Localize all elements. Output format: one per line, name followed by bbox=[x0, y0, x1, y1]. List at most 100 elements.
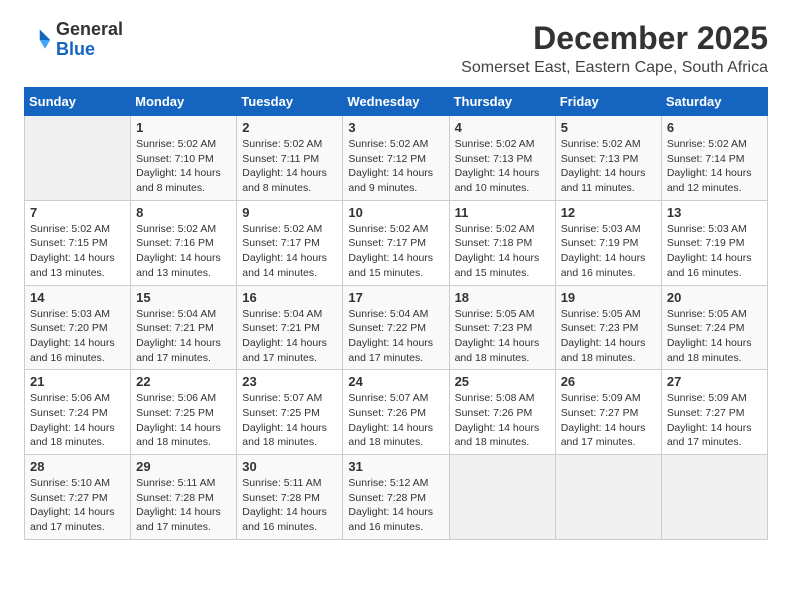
logo-text: General Blue bbox=[56, 20, 123, 60]
calendar-day-header: Thursday bbox=[449, 88, 555, 116]
calendar-week-row: 28Sunrise: 5:10 AM Sunset: 7:27 PM Dayli… bbox=[25, 455, 768, 540]
logo-icon bbox=[24, 26, 52, 54]
calendar-week-row: 21 Sunrise: 5:06 AM Sunset: 7:24 PM Dayli… bbox=[25, 370, 768, 455]
calendar-cell: 3 Sunrise: 5:02 AM Sunset: 7:12 PM Daylig… bbox=[343, 116, 449, 201]
calendar-header-row: SundayMondayTuesdayWednesdayThursdayFrid… bbox=[25, 88, 768, 116]
day-number: 3 bbox=[348, 120, 443, 135]
calendar-cell bbox=[449, 455, 555, 540]
day-info: Sunrise: 5:05 AM Sunset: 7:23 PM Dayligh… bbox=[455, 307, 550, 366]
day-number: 25 bbox=[455, 374, 550, 389]
day-number: 5 bbox=[561, 120, 656, 135]
calendar-day-header: Saturday bbox=[661, 88, 767, 116]
day-info: Sunrise: 5:11 AM Sunset: 7:28 PM Dayligh… bbox=[136, 476, 231, 535]
calendar-cell: 20 Sunrise: 5:05 AM Sunset: 7:24 PM Dayli… bbox=[661, 285, 767, 370]
day-number: 13 bbox=[667, 205, 762, 220]
day-number: 1 bbox=[136, 120, 231, 135]
title-block: December 2025 Somerset East, Eastern Cap… bbox=[461, 20, 768, 77]
day-number: 12 bbox=[561, 205, 656, 220]
calendar-day-header: Wednesday bbox=[343, 88, 449, 116]
day-info: Sunrise: 5:04 AM Sunset: 7:21 PM Dayligh… bbox=[242, 307, 337, 366]
calendar-cell: 13 Sunrise: 5:03 AM Sunset: 7:19 PM Dayli… bbox=[661, 200, 767, 285]
calendar-cell bbox=[661, 455, 767, 540]
day-info: Sunrise: 5:05 AM Sunset: 7:23 PM Dayligh… bbox=[561, 307, 656, 366]
day-number: 2 bbox=[242, 120, 337, 135]
calendar-cell: 17 Sunrise: 5:04 AM Sunset: 7:22 PM Dayli… bbox=[343, 285, 449, 370]
day-info: Sunrise: 5:02 AM Sunset: 7:12 PM Dayligh… bbox=[348, 137, 443, 196]
day-number: 7 bbox=[30, 205, 125, 220]
calendar-cell: 7 Sunrise: 5:02 AM Sunset: 7:15 PM Daylig… bbox=[25, 200, 131, 285]
calendar-week-row: 7 Sunrise: 5:02 AM Sunset: 7:15 PM Daylig… bbox=[25, 200, 768, 285]
day-info: Sunrise: 5:10 AM Sunset: 7:27 PM Dayligh… bbox=[30, 476, 125, 535]
day-info: Sunrise: 5:02 AM Sunset: 7:13 PM Dayligh… bbox=[561, 137, 656, 196]
calendar-cell: 25 Sunrise: 5:08 AM Sunset: 7:26 PM Dayli… bbox=[449, 370, 555, 455]
calendar-cell: 4 Sunrise: 5:02 AM Sunset: 7:13 PM Daylig… bbox=[449, 116, 555, 201]
day-info: Sunrise: 5:04 AM Sunset: 7:22 PM Dayligh… bbox=[348, 307, 443, 366]
day-info: Sunrise: 5:03 AM Sunset: 7:19 PM Dayligh… bbox=[561, 222, 656, 281]
day-number: 9 bbox=[242, 205, 337, 220]
page-header: General Blue December 2025 Somerset East… bbox=[24, 20, 768, 77]
day-number: 4 bbox=[455, 120, 550, 135]
day-info: Sunrise: 5:02 AM Sunset: 7:14 PM Dayligh… bbox=[667, 137, 762, 196]
calendar-week-row: 1 Sunrise: 5:02 AM Sunset: 7:10 PM Daylig… bbox=[25, 116, 768, 201]
day-number: 24 bbox=[348, 374, 443, 389]
calendar-table: SundayMondayTuesdayWednesdayThursdayFrid… bbox=[24, 87, 768, 540]
day-number: 31 bbox=[348, 459, 443, 474]
day-number: 15 bbox=[136, 290, 231, 305]
day-number: 8 bbox=[136, 205, 231, 220]
calendar-cell: 27Sunrise: 5:09 AM Sunset: 7:27 PM Dayli… bbox=[661, 370, 767, 455]
day-info: Sunrise: 5:07 AM Sunset: 7:25 PM Dayligh… bbox=[242, 391, 337, 450]
calendar-cell: 8Sunrise: 5:02 AM Sunset: 7:16 PM Daylig… bbox=[131, 200, 237, 285]
calendar-body: 1 Sunrise: 5:02 AM Sunset: 7:10 PM Daylig… bbox=[25, 116, 768, 540]
calendar-cell: 19 Sunrise: 5:05 AM Sunset: 7:23 PM Dayli… bbox=[555, 285, 661, 370]
day-number: 11 bbox=[455, 205, 550, 220]
day-info: Sunrise: 5:12 AM Sunset: 7:28 PM Dayligh… bbox=[348, 476, 443, 535]
day-info: Sunrise: 5:02 AM Sunset: 7:18 PM Dayligh… bbox=[455, 222, 550, 281]
day-info: Sunrise: 5:03 AM Sunset: 7:20 PM Dayligh… bbox=[30, 307, 125, 366]
calendar-cell: 1 Sunrise: 5:02 AM Sunset: 7:10 PM Daylig… bbox=[131, 116, 237, 201]
day-info: Sunrise: 5:02 AM Sunset: 7:10 PM Dayligh… bbox=[136, 137, 231, 196]
calendar-cell: 11 Sunrise: 5:02 AM Sunset: 7:18 PM Dayli… bbox=[449, 200, 555, 285]
day-info: Sunrise: 5:05 AM Sunset: 7:24 PM Dayligh… bbox=[667, 307, 762, 366]
day-number: 6 bbox=[667, 120, 762, 135]
calendar-cell: 14 Sunrise: 5:03 AM Sunset: 7:20 PM Dayli… bbox=[25, 285, 131, 370]
day-info: Sunrise: 5:06 AM Sunset: 7:24 PM Dayligh… bbox=[30, 391, 125, 450]
calendar-day-header: Tuesday bbox=[237, 88, 343, 116]
calendar-cell: 12 Sunrise: 5:03 AM Sunset: 7:19 PM Dayli… bbox=[555, 200, 661, 285]
calendar-cell: 23 Sunrise: 5:07 AM Sunset: 7:25 PM Dayli… bbox=[237, 370, 343, 455]
day-info: Sunrise: 5:08 AM Sunset: 7:26 PM Dayligh… bbox=[455, 391, 550, 450]
day-number: 19 bbox=[561, 290, 656, 305]
calendar-cell: 15 Sunrise: 5:04 AM Sunset: 7:21 PM Dayli… bbox=[131, 285, 237, 370]
day-number: 14 bbox=[30, 290, 125, 305]
day-info: Sunrise: 5:06 AM Sunset: 7:25 PM Dayligh… bbox=[136, 391, 231, 450]
day-number: 18 bbox=[455, 290, 550, 305]
calendar-cell: 10 Sunrise: 5:02 AM Sunset: 7:17 PM Dayli… bbox=[343, 200, 449, 285]
day-number: 29 bbox=[136, 459, 231, 474]
calendar-cell: 22Sunrise: 5:06 AM Sunset: 7:25 PM Dayli… bbox=[131, 370, 237, 455]
day-number: 27 bbox=[667, 374, 762, 389]
month-year: December 2025 bbox=[461, 20, 768, 57]
calendar-cell bbox=[25, 116, 131, 201]
day-number: 10 bbox=[348, 205, 443, 220]
day-number: 30 bbox=[242, 459, 337, 474]
calendar-week-row: 14 Sunrise: 5:03 AM Sunset: 7:20 PM Dayli… bbox=[25, 285, 768, 370]
day-info: Sunrise: 5:02 AM Sunset: 7:17 PM Dayligh… bbox=[348, 222, 443, 281]
day-number: 21 bbox=[30, 374, 125, 389]
day-info: Sunrise: 5:02 AM Sunset: 7:15 PM Dayligh… bbox=[30, 222, 125, 281]
day-info: Sunrise: 5:03 AM Sunset: 7:19 PM Dayligh… bbox=[667, 222, 762, 281]
calendar-cell: 21 Sunrise: 5:06 AM Sunset: 7:24 PM Dayli… bbox=[25, 370, 131, 455]
calendar-cell: 31 Sunrise: 5:12 AM Sunset: 7:28 PM Dayli… bbox=[343, 455, 449, 540]
day-number: 23 bbox=[242, 374, 337, 389]
calendar-cell: 5 Sunrise: 5:02 AM Sunset: 7:13 PM Daylig… bbox=[555, 116, 661, 201]
day-number: 26 bbox=[561, 374, 656, 389]
day-number: 20 bbox=[667, 290, 762, 305]
day-info: Sunrise: 5:09 AM Sunset: 7:27 PM Dayligh… bbox=[561, 391, 656, 450]
calendar-day-header: Sunday bbox=[25, 88, 131, 116]
day-number: 16 bbox=[242, 290, 337, 305]
day-info: Sunrise: 5:04 AM Sunset: 7:21 PM Dayligh… bbox=[136, 307, 231, 366]
day-info: Sunrise: 5:07 AM Sunset: 7:26 PM Dayligh… bbox=[348, 391, 443, 450]
calendar-cell: 18 Sunrise: 5:05 AM Sunset: 7:23 PM Dayli… bbox=[449, 285, 555, 370]
calendar-day-header: Monday bbox=[131, 88, 237, 116]
day-number: 17 bbox=[348, 290, 443, 305]
day-info: Sunrise: 5:02 AM Sunset: 7:13 PM Dayligh… bbox=[455, 137, 550, 196]
calendar-cell: 9Sunrise: 5:02 AM Sunset: 7:17 PM Daylig… bbox=[237, 200, 343, 285]
